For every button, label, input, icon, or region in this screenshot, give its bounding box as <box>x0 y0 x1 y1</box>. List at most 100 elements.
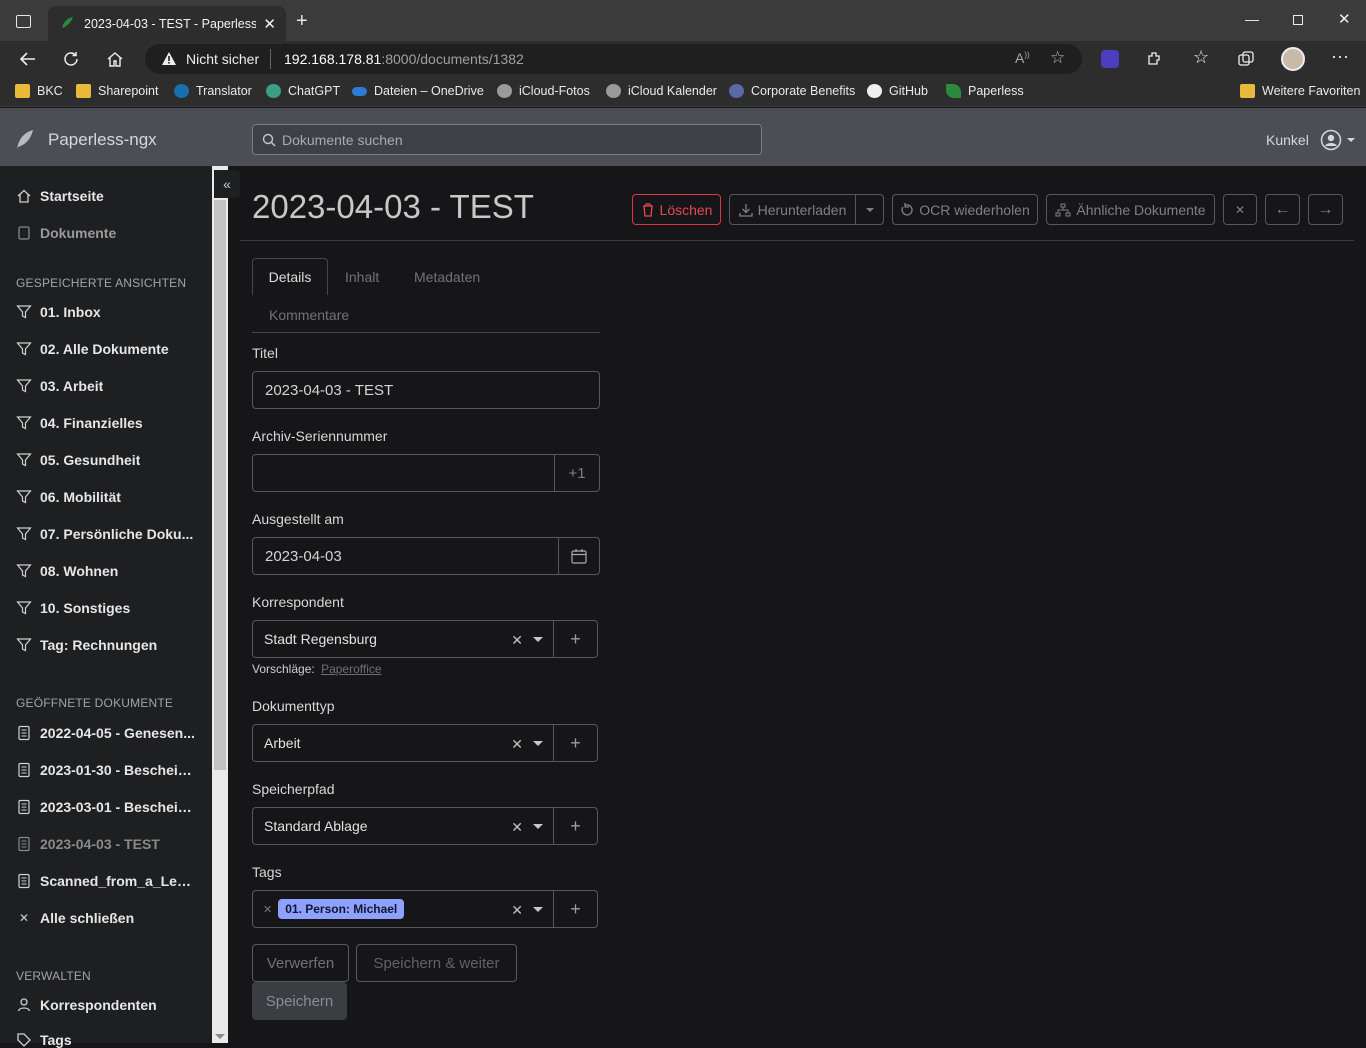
sidebar-saved-view[interactable]: 02. Alle Dokumente <box>16 341 202 357</box>
bookmark-icloud-kalender[interactable]: iCloud Kalender <box>606 84 717 98</box>
user-circle-icon[interactable] <box>1320 129 1342 151</box>
tab-content[interactable]: Inhalt <box>345 269 379 285</box>
sidebar-saved-view[interactable]: 08. Wohnen <box>16 563 202 579</box>
sidebar-open-document[interactable]: 2023-03-01 - Bescheid... <box>16 799 202 815</box>
tab-comments[interactable]: Kommentare <box>269 307 349 323</box>
doctype-select[interactable]: Arbeit ✕ <box>252 724 554 762</box>
clear-icon[interactable]: ✕ <box>511 632 523 649</box>
read-aloud-icon[interactable]: A)) <box>1015 50 1030 66</box>
created-date-input[interactable]: 2023-04-03 <box>252 537 559 575</box>
bookmark-paperless[interactable]: Paperless <box>946 84 1024 98</box>
extensions-icon[interactable] <box>1145 50 1163 68</box>
more-menu-icon[interactable]: ··· <box>1331 46 1349 67</box>
bookmark-more-favorites[interactable]: Weitere Favoriten <box>1240 84 1360 98</box>
title-input[interactable]: 2023-04-03 - TEST <box>252 371 600 409</box>
sidebar-open-document[interactable]: 2022-04-05 - Genesen... <box>16 725 202 741</box>
sidebar-item-documents[interactable]: Dokumente <box>16 225 202 241</box>
sidebar-item-correspondents[interactable]: Korrespondenten <box>16 997 202 1013</box>
sidebar-item-home[interactable]: Startseite <box>16 188 202 204</box>
profile-avatar[interactable] <box>1281 47 1305 71</box>
sidebar-item-tags[interactable]: Tags <box>16 1032 202 1048</box>
collections-icon[interactable] <box>1237 50 1255 68</box>
home-icon[interactable] <box>106 50 124 68</box>
save-and-next-button[interactable]: Speichern & weiter <box>356 944 517 982</box>
new-tab-icon[interactable]: + <box>296 10 308 33</box>
add-tag-button[interactable]: + <box>553 890 598 928</box>
scrollbar-thumb[interactable] <box>214 200 226 770</box>
sidebar-open-document[interactable]: 2023-01-30 - Bescheid... <box>16 762 202 778</box>
correspondent-select[interactable]: Stadt Regensburg ✕ <box>252 620 554 658</box>
chevron-down-icon[interactable] <box>533 741 543 746</box>
add-correspondent-button[interactable]: + <box>553 620 598 658</box>
extension-shield-icon[interactable] <box>1101 50 1119 68</box>
sidebar-saved-view[interactable]: 07. Persönliche Doku... <box>16 526 202 542</box>
user-name[interactable]: Kunkel <box>1266 132 1309 148</box>
suggestion-link[interactable]: Paperoffice <box>321 662 382 676</box>
previous-document-button[interactable]: ← <box>1265 194 1300 225</box>
warning-icon <box>162 52 176 65</box>
add-storage-path-button[interactable]: + <box>553 807 598 845</box>
tab-close-icon[interactable]: ✕ <box>263 15 276 33</box>
sidebar-saved-view[interactable]: 04. Finanzielles <box>16 415 202 431</box>
user-caret-icon[interactable] <box>1347 138 1355 142</box>
app-brand[interactable]: Paperless-ngx <box>48 130 157 150</box>
clear-icon[interactable]: ✕ <box>511 819 523 836</box>
download-dropdown-button[interactable] <box>855 194 884 225</box>
next-document-button[interactable]: → <box>1308 194 1343 225</box>
tab-actions-icon[interactable] <box>16 15 31 28</box>
bookmark-github[interactable]: GitHub <box>867 84 928 98</box>
remove-tag-icon[interactable]: ✕ <box>263 903 272 916</box>
paperless-logo-icon[interactable] <box>15 129 35 151</box>
reload-icon[interactable] <box>62 50 80 68</box>
clear-icon[interactable]: ✕ <box>511 902 523 919</box>
close-document-button[interactable]: ✕ <box>1223 194 1257 225</box>
minimize-icon[interactable]: — <box>1245 11 1259 27</box>
download-button[interactable]: Herunterladen <box>729 194 856 225</box>
favorites-icon[interactable]: ☆ <box>1193 47 1209 68</box>
redo-ocr-button[interactable]: OCR wiederholen <box>892 194 1038 225</box>
back-icon[interactable] <box>19 50 37 68</box>
bookmark-chatgpt[interactable]: ChatGPT <box>266 84 340 98</box>
sidebar-saved-view[interactable]: Tag: Rechnungen <box>16 637 202 653</box>
sidebar-saved-view[interactable]: 05. Gesundheit <box>16 452 202 468</box>
chevron-down-icon[interactable] <box>533 907 543 912</box>
bookmark-translator[interactable]: Translator <box>174 84 252 98</box>
asn-input[interactable] <box>252 454 555 492</box>
bookmark-corporate-benefits[interactable]: Corporate Benefits <box>729 84 855 98</box>
sidebar-saved-view[interactable]: 06. Mobilität <box>16 489 202 505</box>
asn-increment-button[interactable]: +1 <box>554 454 600 492</box>
clear-icon[interactable]: ✕ <box>511 736 523 753</box>
sidebar-saved-view[interactable]: 10. Sonstiges <box>16 600 202 616</box>
bookmark-sharepoint[interactable]: Sharepoint <box>76 84 158 98</box>
bookmark-bkc[interactable]: BKC <box>15 84 63 98</box>
calendar-button[interactable] <box>558 537 600 575</box>
add-doctype-button[interactable]: + <box>553 724 598 762</box>
browser-tab[interactable]: 2023-04-03 - TEST - Paperless-ng ✕ <box>48 6 286 41</box>
search-input[interactable]: Dokumente suchen <box>252 124 762 155</box>
chevron-down-icon[interactable] <box>533 824 543 829</box>
sidebar-open-document[interactable]: 2023-04-03 - TEST <box>16 836 202 852</box>
storage-path-select[interactable]: Standard Ablage ✕ <box>252 807 554 845</box>
maximize-icon[interactable] <box>1293 15 1303 25</box>
collapse-sidebar-button[interactable]: « <box>214 170 240 198</box>
window-close-icon[interactable]: ✕ <box>1338 10 1351 28</box>
tags-select[interactable]: ✕ 01. Person: Michael ✕ <box>252 890 554 928</box>
bookmark-icloud-fotos[interactable]: iCloud-Fotos <box>497 84 590 98</box>
sidebar-open-document[interactable]: Scanned_from_a_Lexm... <box>16 873 202 889</box>
sidebar-saved-view[interactable]: 03. Arbeit <box>16 378 202 394</box>
security-label[interactable]: Nicht sicher <box>186 51 259 67</box>
tab-metadata[interactable]: Metadaten <box>414 269 480 285</box>
discard-button[interactable]: Verwerfen <box>252 944 349 982</box>
sidebar-saved-view[interactable]: 01. Inbox <box>16 304 202 320</box>
bookmark-onedrive[interactable]: Dateien – OneDrive <box>352 84 484 98</box>
address-bar[interactable]: Nicht sicher 192.168.178.81:8000/documen… <box>145 44 1082 74</box>
tab-details[interactable]: Details <box>252 258 328 295</box>
chevron-down-icon[interactable] <box>533 637 543 642</box>
scroll-down-icon[interactable] <box>215 1034 225 1039</box>
sidebar-scrollbar[interactable] <box>212 166 228 1043</box>
sidebar-close-all[interactable]: ✕ Alle schließen <box>16 910 202 926</box>
add-favorite-icon[interactable]: ☆ <box>1050 48 1065 68</box>
save-button[interactable]: Speichern <box>252 982 347 1020</box>
similar-documents-button[interactable]: Ähnliche Dokumente <box>1046 194 1215 225</box>
delete-button[interactable]: Löschen <box>632 194 721 225</box>
